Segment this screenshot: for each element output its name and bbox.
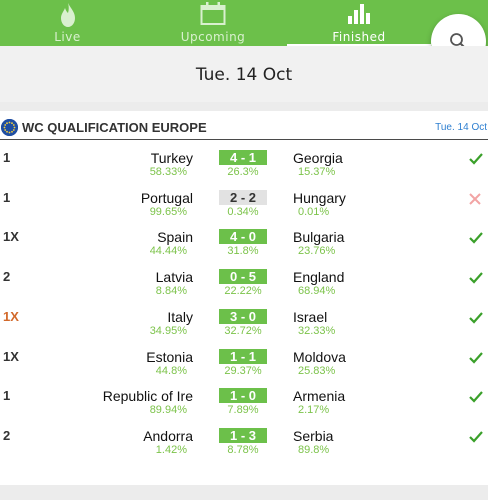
away-team: Israel (293, 308, 328, 325)
match-row[interactable]: 1X Estonia 44.8% 1 - 1 29.37% Moldova 25.83% (0, 342, 488, 382)
away-win-probability: 15.37% (298, 166, 336, 178)
home-win-probability: 44.8% (155, 364, 187, 377)
home-win-probability: 99.65% (149, 205, 187, 218)
match-row[interactable]: 2 Latvia 8.84% 0 - 5 22.22% England 68.94% (0, 262, 488, 302)
home-team: Portugal (140, 189, 193, 206)
home-team: Republic of Ire (102, 388, 193, 405)
check-icon (469, 152, 483, 170)
eu-flag-icon (1, 119, 18, 136)
match-row[interactable]: 1 Portugal 99.65% 2 - 2 0.34% Hungary 0.01% (0, 183, 488, 223)
prediction-tip: 1X (3, 308, 19, 324)
home-win-probability: 1.42% (155, 443, 187, 456)
league-date: Tue. 14 Oct (435, 122, 487, 133)
match-row[interactable]: 1X Spain 44.44% 4 - 0 31.8% Bulgaria 23.76% (0, 222, 488, 262)
calendar-icon (200, 2, 226, 31)
final-score: 0 - 5 (219, 269, 267, 285)
league-card: WC QUALIFICATION EUROPE Tue. 14 Oct 1 Tur… (0, 111, 488, 485)
match-row[interactable]: 1 Republic of Ire 89.94% 1 - 0 7.89% Armenia 2… (0, 381, 488, 421)
final-score: 2 - 2 (219, 189, 267, 205)
away-win-probability: 2.17% (298, 404, 330, 417)
league-name: WC QUALIFICATION EUROPE (22, 120, 207, 135)
check-icon (469, 430, 483, 448)
home-win-probability: 58.33% (149, 166, 187, 178)
tab-finished[interactable]: Finished (287, 0, 431, 46)
away-team: Armenia (293, 388, 346, 405)
away-team: Moldova (293, 348, 346, 365)
match-row[interactable]: 2 Andorra 1.42% 1 - 3 8.78% Serbia 89.8% (0, 421, 488, 461)
home-team: Turkey (150, 150, 193, 166)
date-bar: Tue. 14 Oct (0, 46, 488, 102)
check-icon (469, 231, 483, 249)
prediction-tip: 2 (3, 269, 11, 285)
draw-probability: 32.72% (224, 324, 262, 337)
final-score: 1 - 1 (219, 348, 267, 364)
match-row[interactable]: 1 Turkey 58.33% 4 - 1 26.3% Georgia 15.37% (0, 143, 488, 183)
home-win-probability: 8.84% (155, 285, 187, 298)
away-win-probability: 23.76% (298, 245, 336, 258)
home-team: Latvia (155, 269, 193, 286)
away-win-probability: 68.94% (298, 285, 336, 298)
home-team: Estonia (146, 348, 193, 365)
draw-probability: 29.37% (224, 364, 262, 377)
prediction-tip: 1X (3, 229, 19, 245)
check-icon (469, 390, 483, 408)
away-team: Hungary (293, 189, 346, 206)
away-win-probability: 0.01% (298, 205, 330, 218)
home-team: Spain (157, 229, 193, 246)
final-score: 3 - 0 (219, 308, 267, 324)
league-header[interactable]: WC QUALIFICATION EUROPE Tue. 14 Oct (0, 111, 488, 140)
home-team: Andorra (143, 427, 193, 444)
away-win-probability: 32.33% (298, 324, 336, 337)
check-icon (469, 271, 483, 289)
tab-live-label: Live (54, 30, 81, 44)
away-team: Bulgaria (293, 229, 345, 246)
final-score: 4 - 1 (219, 150, 267, 165)
away-team: Serbia (293, 427, 334, 444)
draw-probability: 31.8% (227, 245, 259, 258)
final-score: 1 - 3 (219, 427, 267, 443)
final-score: 4 - 0 (219, 229, 267, 245)
bar-chart-icon (347, 2, 371, 31)
tab-upcoming-label: Upcoming (180, 30, 246, 44)
check-icon (469, 351, 483, 369)
flame-icon (60, 2, 76, 33)
away-win-probability: 89.8% (298, 443, 330, 456)
home-win-probability: 44.44% (149, 245, 187, 258)
prediction-tip: 1X (3, 348, 19, 364)
tab-upcoming[interactable]: Upcoming (145, 0, 281, 46)
check-icon (469, 311, 483, 329)
home-team: Italy (167, 308, 193, 325)
tab-finished-label: Finished (332, 30, 386, 44)
away-team: England (293, 269, 345, 286)
top-tab-bar: Live Upcoming Finished (0, 0, 488, 46)
home-win-probability: 34.95% (149, 324, 187, 337)
match-row[interactable]: 1X Italy 34.95% 3 - 0 32.72% Israel 32.33% (0, 302, 488, 342)
draw-probability: 0.34% (227, 205, 259, 218)
final-score: 1 - 0 (219, 388, 267, 404)
draw-probability: 8.78% (227, 443, 259, 456)
draw-probability: 26.3% (227, 166, 259, 178)
draw-probability: 7.89% (227, 404, 259, 417)
prediction-tip: 1 (3, 150, 11, 165)
away-win-probability: 25.83% (298, 364, 336, 377)
selected-date[interactable]: Tue. 14 Oct (0, 65, 488, 85)
prediction-tip: 1 (3, 388, 11, 404)
home-win-probability: 89.94% (149, 404, 187, 417)
away-team: Georgia (293, 150, 343, 166)
prediction-tip: 1 (3, 189, 11, 205)
tab-live[interactable]: Live (0, 0, 135, 46)
prediction-tip: 2 (3, 427, 11, 443)
cross-icon (469, 192, 481, 210)
draw-probability: 22.22% (224, 285, 262, 298)
